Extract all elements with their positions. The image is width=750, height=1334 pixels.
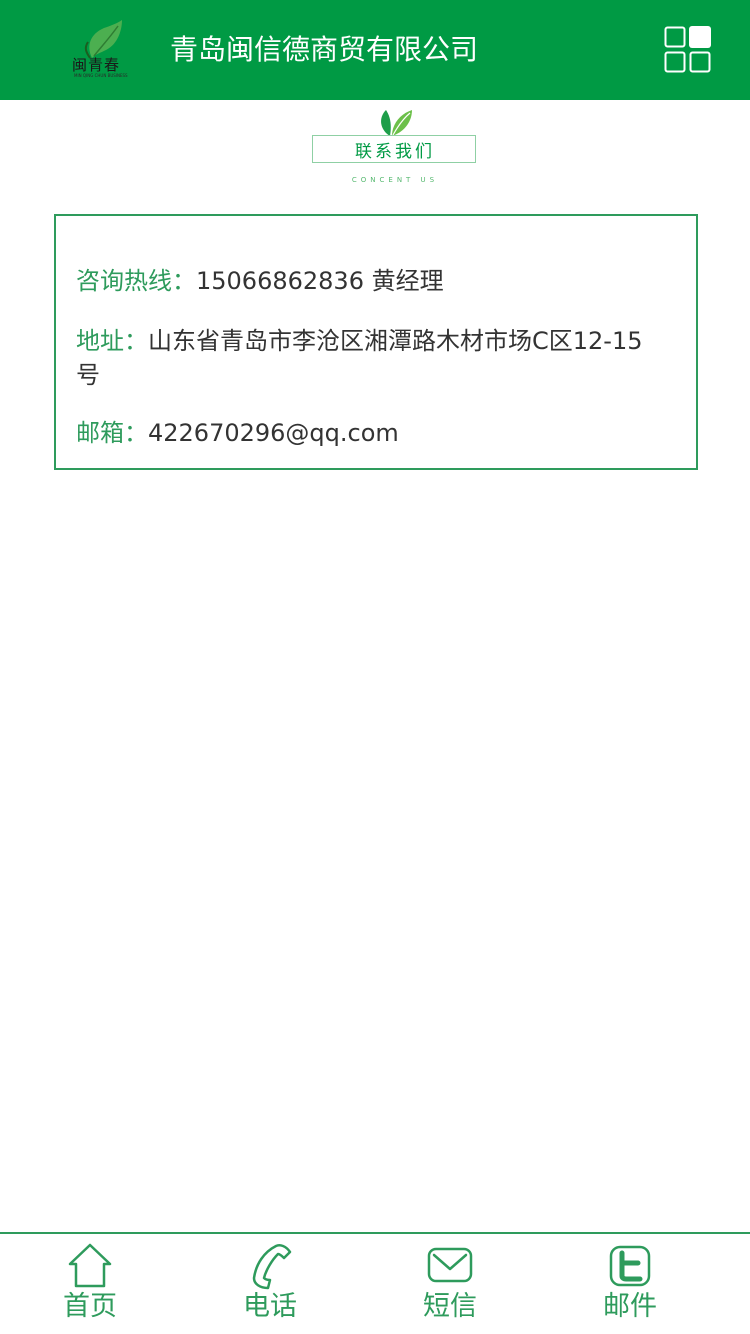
nav-sms-button[interactable]: 短信 bbox=[360, 1234, 540, 1334]
grid-menu-icon bbox=[664, 26, 711, 73]
nav-home-label: 首页 bbox=[63, 1291, 117, 1322]
company-title: 青岛闽信德商贸有限公司 bbox=[170, 33, 479, 66]
phone-icon bbox=[246, 1242, 294, 1290]
nav-phone-button[interactable]: 电话 bbox=[180, 1234, 360, 1334]
mail-t-icon bbox=[606, 1242, 654, 1290]
logo-subtext: MIN QING CHUN BUSINESS bbox=[74, 73, 128, 78]
hotline-row: 咨询热线：15066862836 黄经理 bbox=[76, 264, 666, 298]
address-value: 山东省青岛市李沧区湘潭路木材市场C区12-15号 bbox=[76, 327, 643, 389]
contact-info-card: 咨询热线：15066862836 黄经理 地址：山东省青岛市李沧区湘潭路木材市场… bbox=[54, 214, 698, 470]
email-value[interactable]: 422670296@qq.com bbox=[148, 419, 399, 447]
email-row: 邮箱：422670296@qq.com bbox=[76, 416, 666, 450]
nav-phone-label: 电话 bbox=[243, 1291, 297, 1322]
hotline-value[interactable]: 15066862836 黄经理 bbox=[196, 267, 444, 295]
section-title-text: 联系我们 bbox=[349, 142, 441, 162]
nav-mail-label: 邮件 bbox=[603, 1291, 657, 1322]
leaf-icon bbox=[381, 110, 412, 136]
nav-mail-button[interactable]: 邮件 bbox=[540, 1234, 720, 1334]
section-subtitle: CONCENT US bbox=[351, 176, 439, 184]
address-label: 地址： bbox=[76, 327, 148, 355]
section-title: 联系我们 bbox=[312, 141, 478, 163]
bottom-nav: 首页 电话 短信 邮件 bbox=[0, 1232, 750, 1334]
hotline-label: 咨询热线： bbox=[76, 267, 196, 295]
email-label: 邮箱： bbox=[76, 419, 148, 447]
top-header: 闽青春 MIN QING CHUN BUSINESS 青岛闽信德商贸有限公司 bbox=[0, 0, 750, 100]
logo-text: 闽青春 bbox=[72, 56, 121, 74]
address-row: 地址：山东省青岛市李沧区湘潭路木材市场C区12-15号 bbox=[76, 324, 666, 392]
company-logo[interactable]: 闽青春 MIN QING CHUN BUSINESS bbox=[70, 18, 130, 82]
envelope-icon bbox=[426, 1242, 474, 1290]
nav-sms-label: 短信 bbox=[423, 1291, 477, 1322]
home-icon bbox=[66, 1242, 114, 1290]
section-heading: 联系我们 CONCENT US bbox=[312, 104, 478, 188]
menu-button[interactable] bbox=[664, 26, 712, 74]
nav-home-button[interactable]: 首页 bbox=[0, 1234, 180, 1334]
